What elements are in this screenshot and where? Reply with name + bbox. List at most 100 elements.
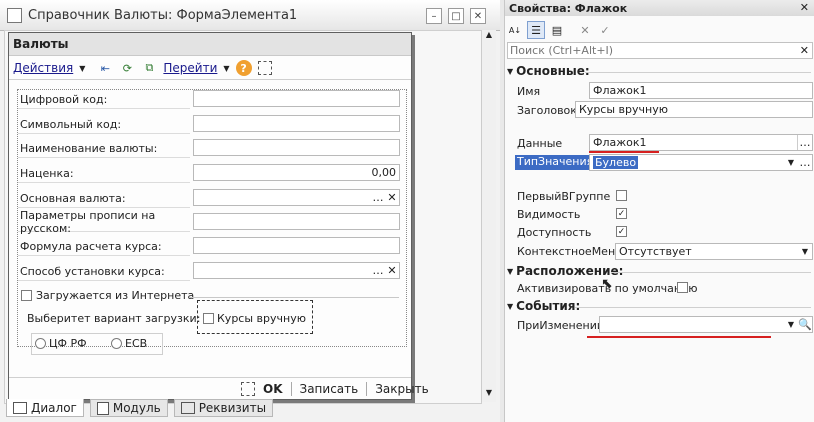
list-icon[interactable]: ▤ [549, 22, 565, 38]
tab-attributes[interactable]: Реквизиты [173, 399, 274, 417]
clear-icon[interactable]: ✕ [385, 263, 399, 278]
vertical-scrollbar[interactable] [801, 62, 813, 418]
close-button[interactable]: Закрыть [375, 382, 428, 396]
help-icon[interactable]: ? [235, 60, 252, 76]
scroll-up-icon[interactable]: ▲ [482, 30, 496, 44]
window-title: Справочник Валюты: ФормаЭлемента1 [28, 7, 298, 23]
minimize-icon[interactable]: – [426, 8, 442, 24]
checkbox-box[interactable] [21, 290, 32, 301]
base-currency-input[interactable]: … ✕ [193, 189, 400, 206]
prop-visibility-label: Видимость [517, 208, 581, 221]
prop-context-menu-select[interactable]: Отсутствует ▼ [615, 243, 813, 260]
symbol-code-input[interactable] [193, 115, 400, 132]
collapse-icon[interactable]: ▼ [507, 267, 513, 276]
collapse-icon[interactable]: ▼ [507, 67, 513, 76]
categorized-icon[interactable]: ☰ [527, 21, 545, 39]
prop-context-menu-label: КонтекстноеМеню [517, 245, 625, 258]
editor-tabs: Диалог Модуль Реквизиты [6, 399, 274, 417]
section-events[interactable]: ▼ События: [507, 299, 580, 313]
select-ellipsis-icon[interactable]: … [371, 263, 385, 278]
chevron-down-icon[interactable]: ▼ [223, 64, 229, 73]
prop-data-input[interactable]: Флажок1 … [589, 134, 813, 151]
manual-rates-checkbox[interactable]: Курсы вручную [203, 312, 306, 325]
accept-icon[interactable]: ✓ [597, 22, 613, 38]
radio-ecb[interactable]: ЕСВ [111, 337, 147, 350]
form-header: Валюты [9, 33, 411, 56]
radio-circle[interactable] [111, 338, 122, 349]
customize-icon[interactable] [257, 61, 272, 75]
currency-name-input[interactable] [193, 139, 400, 156]
sort-az-icon[interactable]: A↓ [507, 22, 523, 38]
select-ellipsis-icon[interactable]: … [371, 190, 385, 205]
close-icon[interactable]: ✕ [470, 8, 486, 24]
ok-button[interactable]: OK [263, 382, 283, 396]
refresh-icon[interactable]: ⟳ [119, 60, 135, 76]
properties-titlebar: Свойства: Флажок ✕ [505, 0, 814, 16]
chevron-down-icon[interactable]: ▼ [79, 64, 85, 73]
internet-checkbox[interactable]: Загружается из Интернета [21, 289, 194, 302]
chevron-down-icon[interactable]: ▼ [784, 155, 798, 170]
customize-icon[interactable] [241, 382, 255, 396]
maximize-icon[interactable]: □ [448, 8, 464, 24]
choose-variant-label: Выберитет вариант загрузки: [27, 312, 201, 325]
mouse-cursor-icon: ⬉ [601, 276, 613, 292]
prop-activate-default-checkbox[interactable] [677, 282, 688, 293]
field-label: Способ установки курса: [18, 262, 190, 281]
checkbox-box[interactable] [203, 313, 214, 324]
prop-data-label: Данные [517, 137, 563, 150]
prop-enabled-checkbox[interactable]: ✓ [616, 226, 627, 237]
cancel-icon[interactable]: ✕ [577, 22, 593, 38]
tab-module[interactable]: Модуль [89, 399, 168, 417]
form-editor-window: Справочник Валюты: ФормаЭлемента1 – □ ✕ … [0, 0, 500, 422]
markup-input[interactable]: 0,00 [193, 164, 400, 181]
module-icon [96, 401, 109, 415]
prop-enabled-label: Доступность [517, 226, 592, 239]
prop-first-in-group-checkbox[interactable] [616, 190, 627, 201]
chevron-down-icon[interactable]: ▼ [784, 317, 798, 332]
dialog-icon [13, 401, 27, 414]
red-underline [589, 151, 659, 153]
section-main[interactable]: ▼ Основные: [507, 64, 590, 78]
prop-name-input[interactable]: Флажок1 [589, 82, 813, 99]
property-search[interactable]: ✕ [507, 42, 813, 59]
tab-attributes-label: Реквизиты [198, 401, 267, 415]
form-title: Валюты [13, 37, 69, 51]
actions-menu[interactable]: Действия [13, 61, 73, 75]
radio-cbr-label: ЦФ РФ [49, 337, 87, 350]
prop-on-change-input[interactable]: ▼ 🔍 [599, 316, 813, 333]
spelling-params-input[interactable] [193, 213, 400, 230]
tab-module-label: Модуль [112, 401, 161, 415]
rate-formula-input[interactable] [193, 237, 400, 254]
close-icon[interactable]: ✕ [800, 1, 809, 14]
section-main-label: Основные: [516, 64, 590, 78]
field-label: Формула расчета курса: [18, 237, 190, 256]
prop-type-label: ТипЗначения [515, 155, 596, 170]
vertical-scrollbar[interactable]: ▲ ▼ [481, 30, 496, 402]
scroll-down-icon[interactable]: ▼ [482, 388, 496, 402]
search-input[interactable] [508, 43, 792, 58]
goto-menu[interactable]: Перейти [163, 61, 217, 75]
properties-toolbar: A↓ ☰ ▤ ✕ ✓ [507, 20, 613, 40]
form-toolbar: Действия ▼ ⇤ ⟳ ⧉ Перейти ▼ ? [13, 58, 272, 78]
field-label: Наценка: [18, 164, 190, 183]
save-button[interactable]: Записать [300, 382, 359, 396]
collapse-icon[interactable]: ▼ [507, 302, 513, 311]
field-label: Основная валюта: [18, 189, 190, 208]
prop-type-input[interactable]: Булево ▼… [589, 154, 813, 171]
rate-method-input[interactable]: … ✕ [193, 262, 400, 279]
prop-visibility-checkbox[interactable]: ✓ [616, 208, 627, 219]
tab-dialog[interactable]: Диалог [6, 399, 84, 417]
properties-panel: Свойства: Флажок ✕ A↓ ☰ ▤ ✕ ✓ ✕ ▼ Основн… [504, 0, 814, 422]
form-buttons: OK Записать Закрыть [241, 382, 429, 396]
prop-caption-input[interactable]: Курсы вручную [575, 101, 813, 118]
field-label: Символьный код: [18, 115, 190, 134]
clear-icon[interactable]: ✕ [385, 190, 399, 205]
exit-icon[interactable]: ⇤ [97, 60, 113, 76]
radio-cbr[interactable]: ЦФ РФ [35, 337, 87, 350]
form-design: Валюты Действия ▼ ⇤ ⟳ ⧉ Перейти ▼ ? Цифр… [8, 32, 429, 400]
copy-icon[interactable]: ⧉ [141, 60, 157, 76]
clear-search-icon[interactable]: ✕ [800, 44, 809, 57]
numeric-code-input[interactable] [193, 90, 400, 107]
section-events-label: События: [516, 299, 581, 313]
radio-circle[interactable] [35, 338, 46, 349]
